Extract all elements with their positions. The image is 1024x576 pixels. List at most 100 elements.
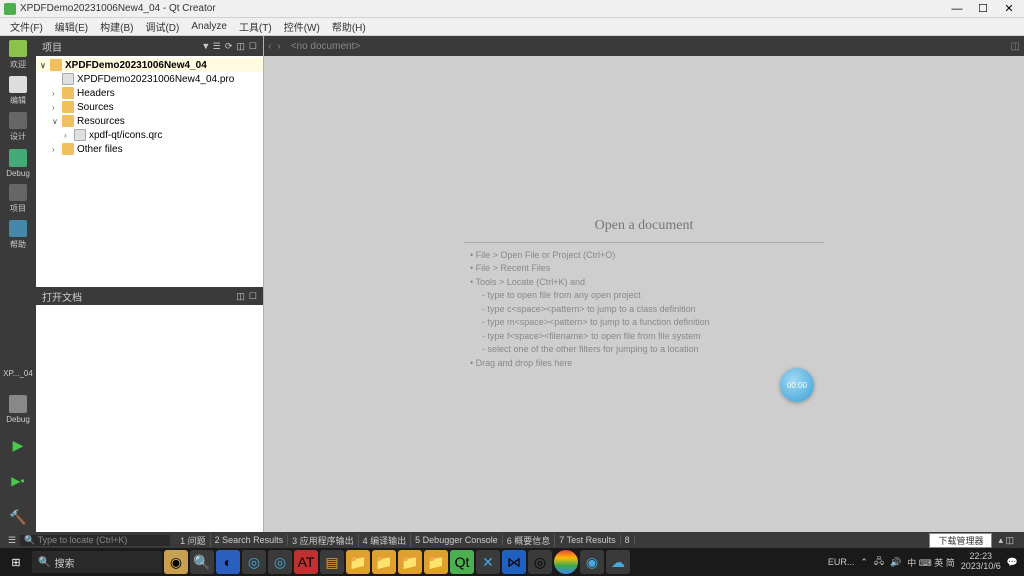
locator-input[interactable]: 🔍 Type to locate (Ctrl+K) bbox=[20, 535, 170, 546]
app-icon bbox=[4, 3, 16, 15]
tray-notifications-icon[interactable]: 💬 bbox=[1007, 557, 1018, 568]
build-button[interactable]: 🔨 bbox=[3, 502, 33, 532]
output-debugger[interactable]: 5 Debugger Console bbox=[411, 535, 503, 545]
tree-pro-file[interactable]: XPDFDemo20231006New4_04.pro bbox=[36, 72, 263, 86]
taskbar-app7-icon[interactable]: ✕ bbox=[476, 550, 500, 574]
filter-icon[interactable]: ▼ ☰ bbox=[201, 41, 220, 52]
taskbar-app4-icon[interactable]: ◎ bbox=[268, 550, 292, 574]
taskbar-folder4-icon[interactable]: 📁 bbox=[424, 550, 448, 574]
editor-area: ‹ › <no document> ◫ Open a document • Fi… bbox=[264, 36, 1024, 532]
file-icon bbox=[62, 73, 74, 85]
system-tray[interactable]: EUR... ⌃ 🖧 🔊 中 ⌨ 英 简 22:23 2023/10/6 💬 bbox=[828, 552, 1022, 572]
open-documents-header: 打开文档 ◫ ☐ bbox=[36, 287, 263, 305]
titlebar: XPDFDemo20231006New4_04 - Qt Creator — ☐… bbox=[0, 0, 1024, 18]
kit-selector[interactable]: XP..._04 bbox=[3, 358, 33, 388]
tree-qrc[interactable]: ›xpdf-qt/icons.qrc bbox=[36, 128, 263, 142]
taskbar-search[interactable]: 🔍 搜索 bbox=[32, 551, 162, 573]
output-toggle-icon[interactable]: ☰ bbox=[4, 535, 20, 546]
close-panel-icon[interactable]: ☐ bbox=[249, 41, 257, 52]
mode-welcome[interactable]: 欢迎 bbox=[3, 40, 33, 70]
output-general[interactable]: 6 概要信息 bbox=[503, 534, 556, 547]
minimize-button[interactable]: — bbox=[950, 2, 964, 16]
tree-sources[interactable]: ›Sources bbox=[36, 100, 263, 114]
split-icon[interactable]: ◫ bbox=[236, 291, 245, 302]
taskbar-folder-icon[interactable]: 📁 bbox=[346, 550, 370, 574]
taskbar-app5-icon[interactable]: AT bbox=[294, 550, 318, 574]
tree-resources[interactable]: ∨Resources bbox=[36, 114, 263, 128]
download-manager[interactable]: 下载管理器 bbox=[929, 533, 992, 548]
tray-currency[interactable]: EUR... bbox=[828, 557, 855, 567]
output-tests[interactable]: 7 Test Results bbox=[555, 535, 620, 545]
taskbar-folder3-icon[interactable]: 📁 bbox=[398, 550, 422, 574]
taskbar-chrome-icon[interactable] bbox=[554, 550, 578, 574]
project-icon bbox=[50, 59, 62, 71]
output-compile[interactable]: 4 编译输出 bbox=[359, 534, 412, 547]
mode-sidebar: 欢迎 编辑 设计 Debug 项目 帮助 XP..._04 Debug ▶ ▶•… bbox=[0, 36, 36, 532]
taskbar-app9-icon[interactable]: ◉ bbox=[580, 550, 604, 574]
close-button[interactable]: ✕ bbox=[1002, 2, 1016, 16]
tree-root[interactable]: ∨XPDFDemo20231006New4_04 bbox=[36, 58, 263, 72]
progress-toggle-icon[interactable]: ▴ ◫ bbox=[992, 535, 1020, 546]
output-app[interactable]: 3 应用程序输出 bbox=[288, 534, 359, 547]
open-documents-list[interactable] bbox=[36, 305, 263, 532]
project-tree[interactable]: ∨XPDFDemo20231006New4_04 XPDFDemo2023100… bbox=[36, 56, 263, 287]
window-title: XPDFDemo20231006New4_04 - Qt Creator bbox=[20, 3, 950, 14]
tray-up-icon[interactable]: ⌃ bbox=[860, 557, 868, 568]
menu-build[interactable]: 构建(B) bbox=[94, 19, 139, 34]
nav-forward-icon[interactable]: › bbox=[277, 41, 280, 52]
tray-volume-icon[interactable]: 🔊 bbox=[890, 557, 901, 568]
menu-file[interactable]: 文件(F) bbox=[4, 19, 49, 34]
project-panel-header: 项目 ▼ ☰ ⟳ ◫ ☐ bbox=[36, 36, 263, 56]
timer-overlay[interactable]: 00:00 bbox=[780, 368, 814, 402]
menu-debug[interactable]: 调试(D) bbox=[139, 19, 185, 34]
taskbar-app3-icon[interactable]: ◎ bbox=[242, 550, 266, 574]
split-icon[interactable]: ◫ bbox=[236, 41, 245, 52]
tree-headers[interactable]: ›Headers bbox=[36, 86, 263, 100]
build-config[interactable]: Debug bbox=[3, 394, 33, 424]
mode-debug[interactable]: Debug bbox=[3, 148, 33, 178]
taskbar-vscode-icon[interactable]: ⋈ bbox=[502, 550, 526, 574]
taskbar-app10-icon[interactable]: ☁ bbox=[606, 550, 630, 574]
run-button[interactable]: ▶ bbox=[3, 430, 33, 460]
taskbar-app6-icon[interactable]: ▤ bbox=[320, 550, 344, 574]
editor-split-icon[interactable]: ◫ bbox=[1011, 41, 1020, 52]
menu-help[interactable]: 帮助(H) bbox=[326, 19, 372, 34]
output-issues[interactable]: 1 问题 bbox=[176, 534, 211, 547]
menu-tools[interactable]: 工具(T) bbox=[233, 19, 278, 34]
taskbar-folder2-icon[interactable]: 📁 bbox=[372, 550, 396, 574]
taskbar-app2-icon[interactable]: ◐ bbox=[216, 550, 240, 574]
mode-design[interactable]: 设计 bbox=[3, 112, 33, 142]
editor-tab-bar: ‹ › <no document> ◫ bbox=[264, 36, 1024, 56]
tray-ime[interactable]: 中 ⌨ 英 简 bbox=[907, 556, 955, 569]
taskbar: ⊞ 🔍 搜索 ◉ 🔍 ◐ ◎ ◎ AT ▤ 📁 📁 📁 📁 Qt ✕ ⋈ ◎ ◉… bbox=[0, 548, 1024, 576]
taskbar-coin-icon[interactable]: ◉ bbox=[164, 550, 188, 574]
nav-back-icon[interactable]: ‹ bbox=[268, 41, 271, 52]
welcome-title: Open a document bbox=[595, 218, 694, 234]
taskbar-app1-icon[interactable]: 🔍 bbox=[190, 550, 214, 574]
mode-edit[interactable]: 编辑 bbox=[3, 76, 33, 106]
start-button[interactable]: ⊞ bbox=[2, 550, 30, 574]
output-8[interactable]: 8 bbox=[621, 535, 635, 545]
tray-network-icon[interactable]: 🖧 bbox=[874, 554, 884, 570]
menu-edit[interactable]: 编辑(E) bbox=[49, 19, 94, 34]
folder-icon bbox=[62, 87, 74, 99]
no-document-label: <no document> bbox=[291, 41, 361, 52]
menu-widgets[interactable]: 控件(W) bbox=[278, 19, 326, 34]
folder-icon bbox=[62, 101, 74, 113]
taskbar-qtcreator-icon[interactable]: Qt bbox=[450, 550, 474, 574]
welcome-hints: • File > Open File or Project (Ctrl+O) •… bbox=[464, 242, 824, 371]
maximize-button[interactable]: ☐ bbox=[976, 2, 990, 16]
menu-analyze[interactable]: Analyze bbox=[185, 21, 233, 32]
tray-clock[interactable]: 22:23 2023/10/6 bbox=[961, 552, 1001, 572]
debug-run-button[interactable]: ▶• bbox=[3, 466, 33, 496]
close-icon[interactable]: ☐ bbox=[249, 291, 257, 302]
taskbar-app8-icon[interactable]: ◎ bbox=[528, 550, 552, 574]
sync-icon[interactable]: ⟳ bbox=[225, 41, 233, 52]
project-panel: 项目 ▼ ☰ ⟳ ◫ ☐ ∨XPDFDemo20231006New4_04 XP… bbox=[36, 36, 264, 532]
output-search[interactable]: 2 Search Results bbox=[211, 535, 289, 545]
tree-other[interactable]: ›Other files bbox=[36, 142, 263, 156]
mode-projects[interactable]: 项目 bbox=[3, 184, 33, 214]
mode-help[interactable]: 帮助 bbox=[3, 220, 33, 250]
output-bar: ☰ 🔍 Type to locate (Ctrl+K) 1 问题 2 Searc… bbox=[0, 532, 1024, 548]
welcome-pane: Open a document • File > Open File or Pr… bbox=[264, 56, 1024, 532]
